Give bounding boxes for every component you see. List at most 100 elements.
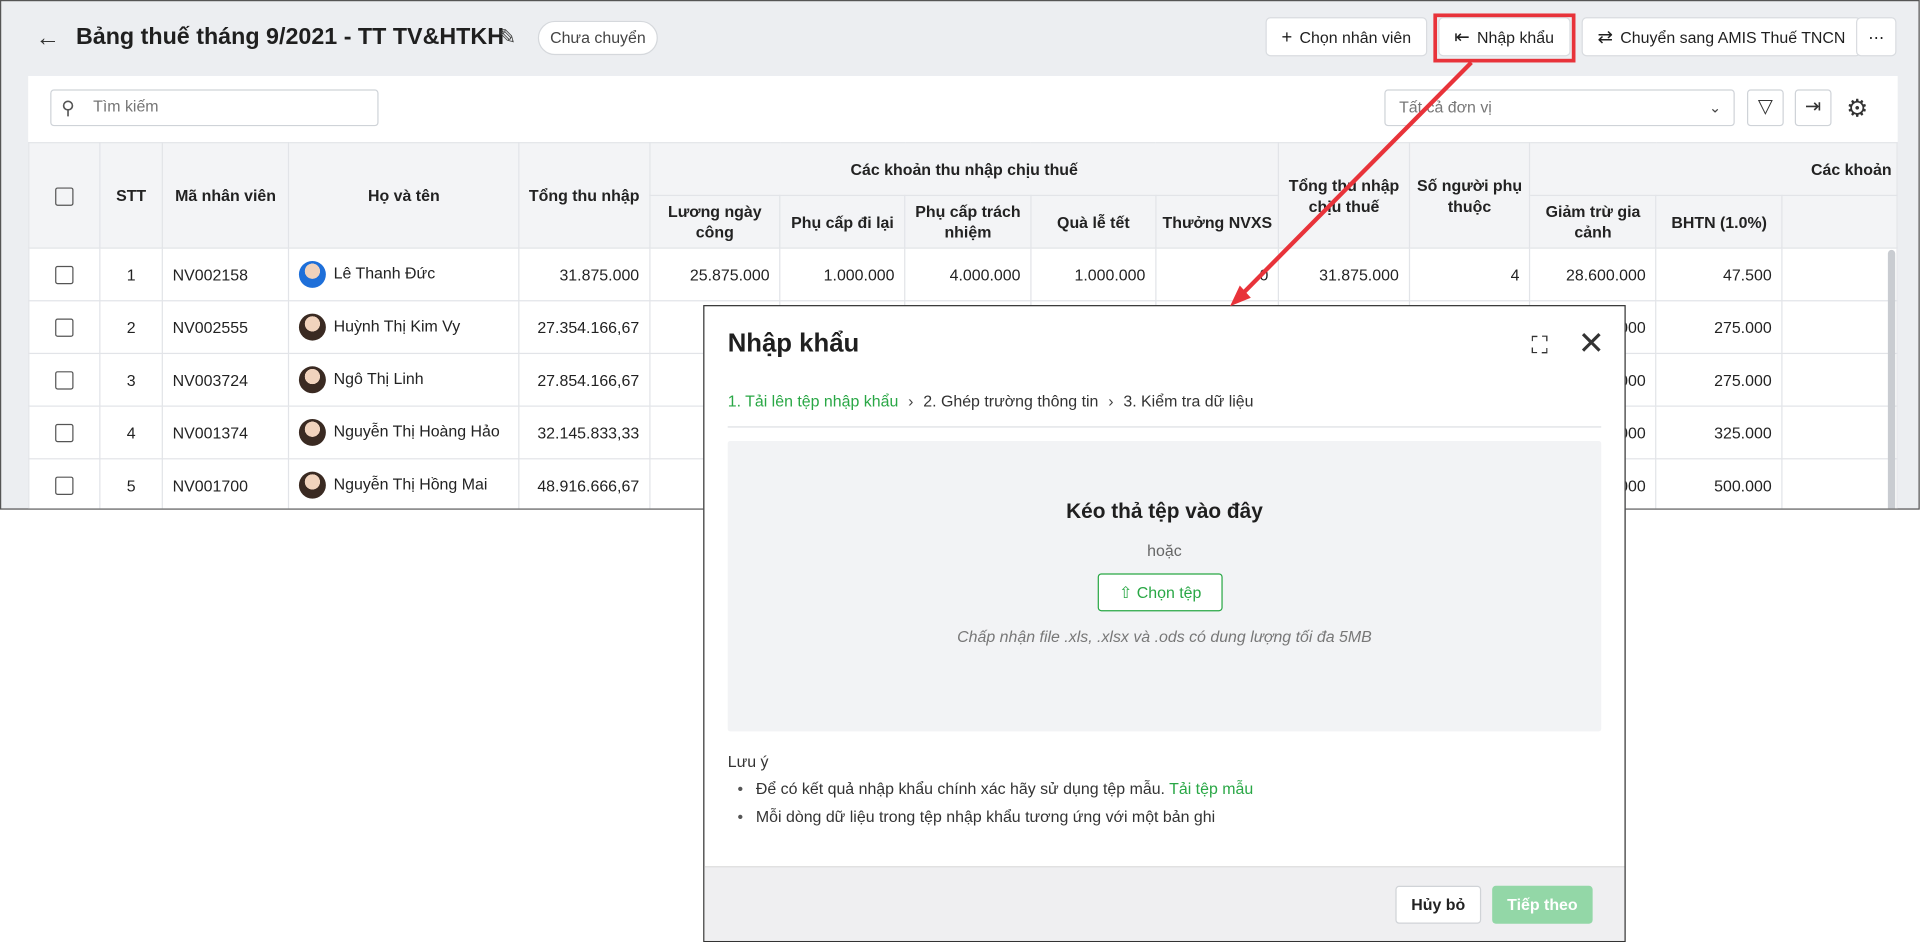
more-icon: ⋯ xyxy=(1868,28,1885,47)
export-button[interactable]: ⇥ xyxy=(1794,89,1832,127)
dialog-footer: Hủy bỏ Tiếp theo xyxy=(704,866,1625,941)
stt-cell: 1 xyxy=(99,247,163,302)
note-text: Để có kết quả nhập khẩu chính xác hãy sử… xyxy=(755,779,1165,798)
total-cell: 31.875.000 xyxy=(518,247,651,302)
row-checkbox-cell[interactable] xyxy=(28,300,101,355)
more-options-button[interactable]: ⋯ xyxy=(1856,17,1897,57)
row-checkbox[interactable] xyxy=(55,423,74,443)
step-indicator: 1. Tải lên tệp nhập khẩu › 2. Ghép trường … xyxy=(728,392,1254,410)
filter-button[interactable]: ▽ xyxy=(1746,89,1784,127)
edit-pencil-icon[interactable]: ✎ xyxy=(499,26,516,51)
bhtn-cell: 47.500 xyxy=(1655,247,1783,302)
header-total-income: Tổng thu nhập xyxy=(518,142,651,249)
header-taxable-group: Các khoản thu nhập chịu thuế xyxy=(648,142,1280,197)
header-extra xyxy=(1781,194,1898,249)
extra-cell xyxy=(1781,458,1898,509)
header-deduction-group: Các khoản xyxy=(1529,142,1898,197)
bhtn-cell: 275.000 xyxy=(1655,300,1783,355)
avatar xyxy=(299,366,327,394)
chevron-right-icon: › xyxy=(1108,392,1114,411)
total-cell: 48.916.666,67 xyxy=(518,458,651,509)
family-cell: 28.600.000 xyxy=(1529,247,1657,302)
stt-cell: 4 xyxy=(99,405,163,460)
wage-cell: 25.875.000 xyxy=(648,247,781,302)
close-icon[interactable]: ✕ xyxy=(1578,326,1605,360)
export-icon: ⇥ xyxy=(1804,96,1822,118)
file-hint: Chấp nhận file .xls, .xlsx và .ods có du… xyxy=(957,627,1372,646)
select-all-checkbox[interactable] xyxy=(55,187,74,206)
stt-cell: 3 xyxy=(99,352,163,407)
emp-code-cell: NV002555 xyxy=(161,300,290,355)
emp-code-cell: NV001700 xyxy=(161,458,290,509)
or-text: hoặc xyxy=(1147,541,1182,560)
stt-cell: 2 xyxy=(99,300,163,355)
choose-employee-button[interactable]: + Chọn nhân viên xyxy=(1265,17,1428,57)
taxable-cell: 31.875.000 xyxy=(1278,247,1410,302)
emp-code-cell: NV001374 xyxy=(161,405,290,460)
cancel-button[interactable]: Hủy bỏ xyxy=(1395,885,1482,924)
plus-icon: + xyxy=(1281,26,1293,48)
top-bar: ← Bảng thuế tháng 9/2021 - TT TV&HTKH ✎ … xyxy=(1,1,1918,75)
stt-cell: 5 xyxy=(99,458,163,509)
resp-cell: 4.000.000 xyxy=(904,247,1032,302)
step-map-fields[interactable]: 2. Ghép trường thông tin xyxy=(923,392,1098,410)
header-family-deduction: Giảm trừ gia cảnh xyxy=(1529,194,1657,249)
row-checkbox[interactable] xyxy=(55,318,74,337)
extra-cell xyxy=(1781,247,1898,302)
download-template-link[interactable]: Tải tệp mẫu xyxy=(1169,779,1253,797)
row-checkbox-cell[interactable] xyxy=(28,247,101,302)
page-title: Bảng thuế tháng 9/2021 - TT TV&HTKH xyxy=(75,24,505,51)
vertical-scrollbar[interactable] xyxy=(1887,249,1896,509)
row-checkbox[interactable] xyxy=(55,476,74,495)
bhtn-cell: 500.000 xyxy=(1655,458,1783,509)
bhtn-cell: 275.000 xyxy=(1655,352,1783,407)
search-input[interactable] xyxy=(90,95,366,117)
file-drop-zone[interactable]: Kéo thả tệp vào đây hoặc ⇧ Chọn tệp Chấp… xyxy=(727,441,1602,732)
row-checkbox[interactable] xyxy=(55,371,74,390)
name-text: Ngô Thị Linh xyxy=(333,369,424,388)
unit-select-value: Tất cả đơn vị xyxy=(1399,98,1492,117)
emp-code-cell: NV002158 xyxy=(161,247,290,302)
total-cell: 27.854.166,67 xyxy=(518,352,651,407)
choose-file-button[interactable]: ⇧ Chọn tệp xyxy=(1097,573,1223,612)
row-checkbox-cell[interactable] xyxy=(28,405,101,460)
name-cell: Huỳnh Thị Kim Vy xyxy=(288,300,520,355)
step-upload[interactable]: 1. Tải lên tệp nhập khẩu xyxy=(728,392,899,410)
search-box[interactable]: ⚲ xyxy=(50,89,379,127)
divider xyxy=(727,426,1602,428)
emp-code-cell: NV003724 xyxy=(161,352,290,407)
total-cell: 27.354.166,67 xyxy=(518,300,651,355)
extra-cell xyxy=(1781,300,1898,355)
name-text: Huỳnh Thị Kim Vy xyxy=(333,316,461,335)
total-cell: 32.145.833,33 xyxy=(518,405,651,460)
next-button[interactable]: Tiếp theo xyxy=(1492,885,1593,924)
name-text: Nguyễn Thị Hồng Mai xyxy=(333,474,488,494)
swap-icon: ⇄ xyxy=(1597,26,1613,48)
name-cell: Nguyễn Thị Hoàng Hảo xyxy=(288,405,520,460)
expand-icon[interactable]: ⛶ xyxy=(1531,333,1547,360)
row-checkbox-cell[interactable] xyxy=(28,352,101,407)
gift-cell: 1.000.000 xyxy=(1030,247,1157,302)
step-check-data[interactable]: 3. Kiểm tra dữ liệu xyxy=(1123,392,1253,410)
dialog-title: Nhập khẩu xyxy=(727,329,860,358)
row-checkbox[interactable] xyxy=(55,265,74,285)
avatar xyxy=(299,313,327,341)
avatar xyxy=(299,471,327,499)
note-text: Mỗi dòng dữ liệu trong tệp nhập khẩu tươ… xyxy=(755,807,1216,826)
row-checkbox-cell[interactable] xyxy=(28,458,101,509)
unit-select[interactable]: Tất cả đơn vị ⌄ xyxy=(1384,89,1735,127)
header-stt: STT xyxy=(99,142,163,249)
status-badge: Chưa chuyển xyxy=(537,20,658,56)
header-select-all[interactable] xyxy=(28,142,101,249)
back-arrow-icon[interactable]: ← xyxy=(36,25,61,53)
transfer-amis-button[interactable]: ⇄ Chuyển sang AMIS Thuế TNCN xyxy=(1581,17,1862,57)
upload-icon: ⇧ xyxy=(1118,583,1133,602)
table-row[interactable]: 1 NV002158 Lê Thanh Đức 31.875.000 25.87… xyxy=(28,247,1898,302)
choose-file-label: Chọn tệp xyxy=(1136,583,1202,602)
note-item: Mỗi dòng dữ liệu trong tệp nhập khẩu tươ… xyxy=(738,807,1216,826)
settings-gear-icon[interactable]: ⚙ xyxy=(1846,93,1868,124)
header-total-taxable: Tổng thu nhập chịu thuế xyxy=(1278,142,1410,249)
header-gift: Quà lễ tết xyxy=(1030,194,1157,249)
bonus-cell: 0 xyxy=(1155,247,1280,302)
dependents-cell: 4 xyxy=(1408,247,1531,302)
